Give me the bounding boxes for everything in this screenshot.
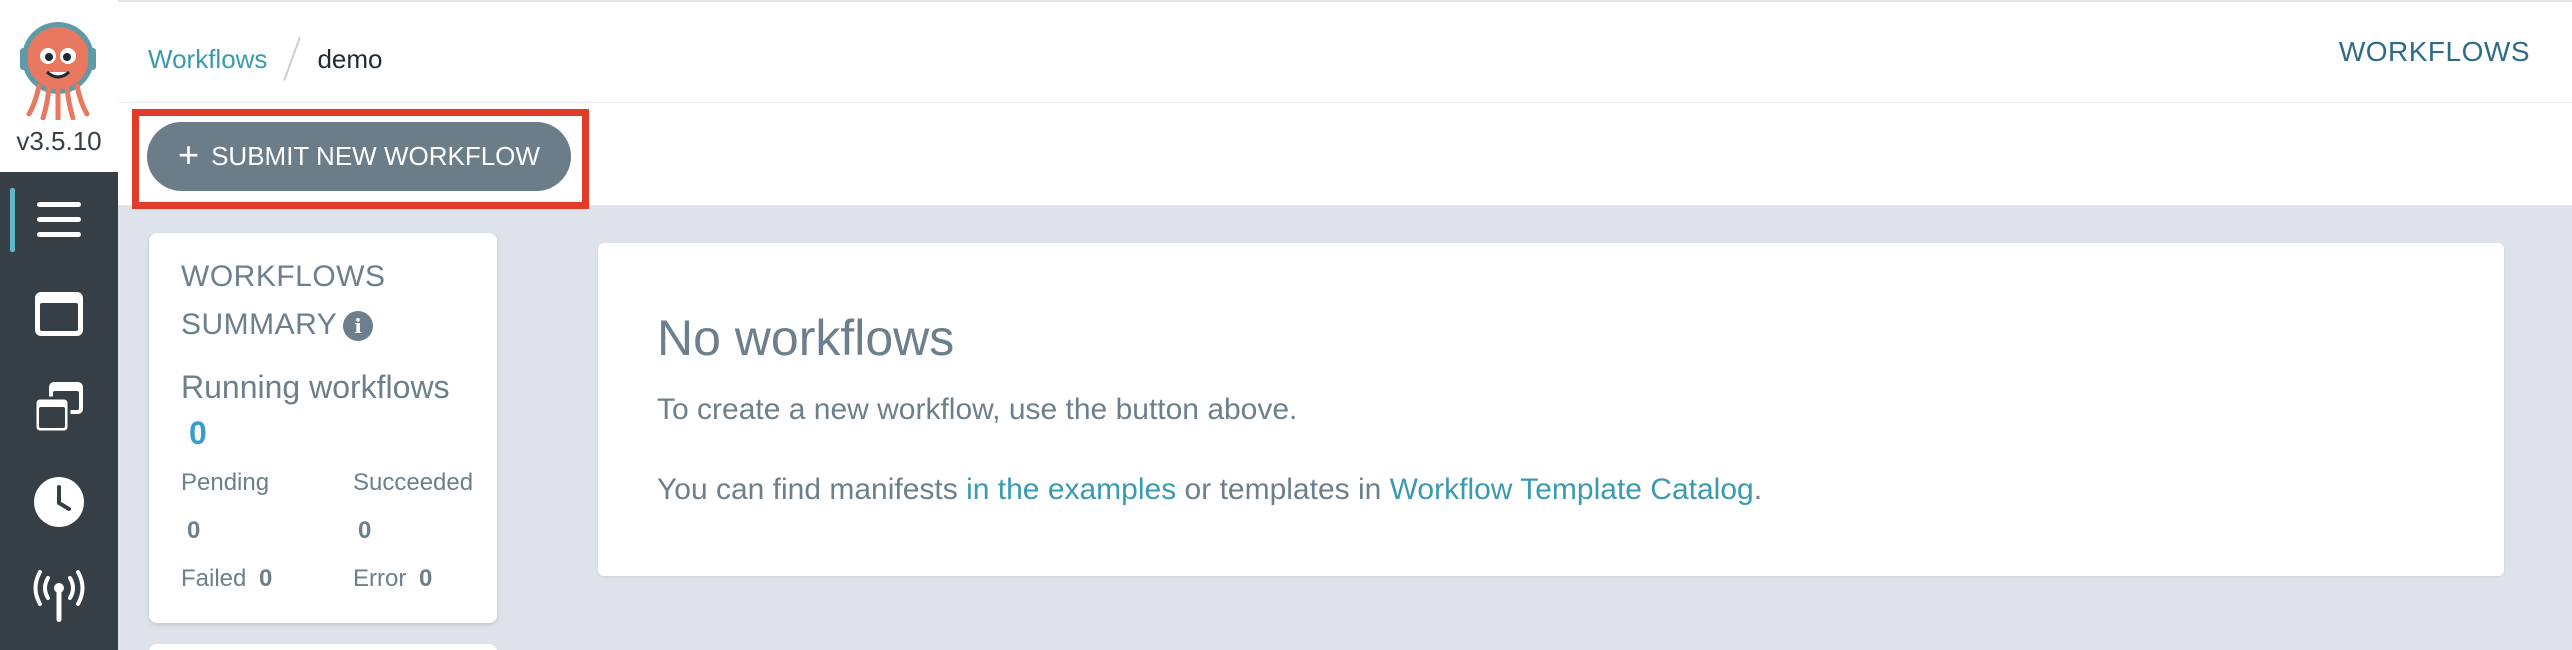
hamburger-icon	[37, 202, 81, 237]
action-bar: + SUBMIT NEW WORKFLOW	[118, 103, 2572, 209]
breadcrumb-separator	[283, 37, 302, 81]
secondary-summary-card	[149, 644, 497, 650]
running-workflows-count[interactable]: 0	[189, 415, 207, 452]
clock-icon	[34, 477, 84, 527]
succeeded-count[interactable]: 0	[358, 517, 371, 545]
submit-new-workflow-button[interactable]: + SUBMIT NEW WORKFLOW	[147, 122, 571, 191]
resources-suffix: .	[1753, 473, 1763, 506]
empty-state-title: No workflows	[657, 310, 955, 366]
stacked-windows-icon	[33, 382, 83, 434]
submit-button-label: SUBMIT NEW WORKFLOW	[211, 141, 540, 171]
info-icon[interactable]: i	[343, 311, 374, 342]
empty-state-resources: You can find manifests in the examples o…	[657, 473, 1762, 507]
sidebar-item-workflows[interactable]	[0, 178, 118, 262]
workflows-summary-card: WORKFLOWS SUMMARY i Running workflows 0 P…	[149, 233, 497, 623]
workflow-template-catalog-link[interactable]: Workflow Template Catalog	[1390, 473, 1754, 506]
pending-count[interactable]: 0	[187, 517, 200, 545]
broadcast-icon	[33, 570, 85, 622]
sidebar-item-workflow-templates[interactable]	[0, 272, 118, 356]
sidebar-item-cluster-templates[interactable]	[0, 366, 118, 450]
sidebar-nav: v3.5.10	[0, 0, 118, 650]
top-bar: Workflows demo WORKFLOWS	[118, 0, 2572, 103]
summary-title-line2: SUMMARY	[181, 308, 338, 341]
plus-icon: +	[178, 134, 200, 175]
error-count[interactable]: 0	[419, 565, 432, 593]
summary-title-line1: WORKFLOWS	[181, 260, 386, 293]
sidebar-item-cron-workflows[interactable]	[0, 460, 118, 544]
failed-label: Failed	[181, 565, 247, 592]
breadcrumb-current-namespace: demo	[317, 43, 383, 74]
empty-state-instructions: To create a new workflow, use the button…	[657, 393, 1298, 426]
succeeded-label: Succeeded	[353, 469, 474, 496]
breadcrumb-link-workflows[interactable]: Workflows	[148, 44, 267, 75]
sidebar-item-event-sources[interactable]	[0, 554, 118, 638]
failed-count[interactable]: 0	[259, 565, 272, 593]
resources-middle: or templates in	[1176, 473, 1390, 506]
argo-logo[interactable]	[17, 20, 99, 120]
summary-title: WORKFLOWS SUMMARY i	[181, 253, 386, 349]
version-label: v3.5.10	[16, 126, 102, 156]
page-title: WORKFLOWS	[2338, 36, 2530, 67]
logo-area: v3.5.10	[0, 0, 118, 172]
breadcrumb: Workflows demo	[148, 36, 382, 82]
window-icon	[35, 292, 83, 336]
error-label: Error	[353, 565, 407, 592]
empty-state-card: No workflows To create a new workflow, u…	[598, 243, 2504, 576]
resources-prefix: You can find manifests	[657, 473, 967, 506]
pending-label: Pending	[181, 469, 270, 496]
examples-link[interactable]: in the examples	[966, 473, 1176, 506]
running-workflows-label: Running workflows	[181, 369, 450, 405]
